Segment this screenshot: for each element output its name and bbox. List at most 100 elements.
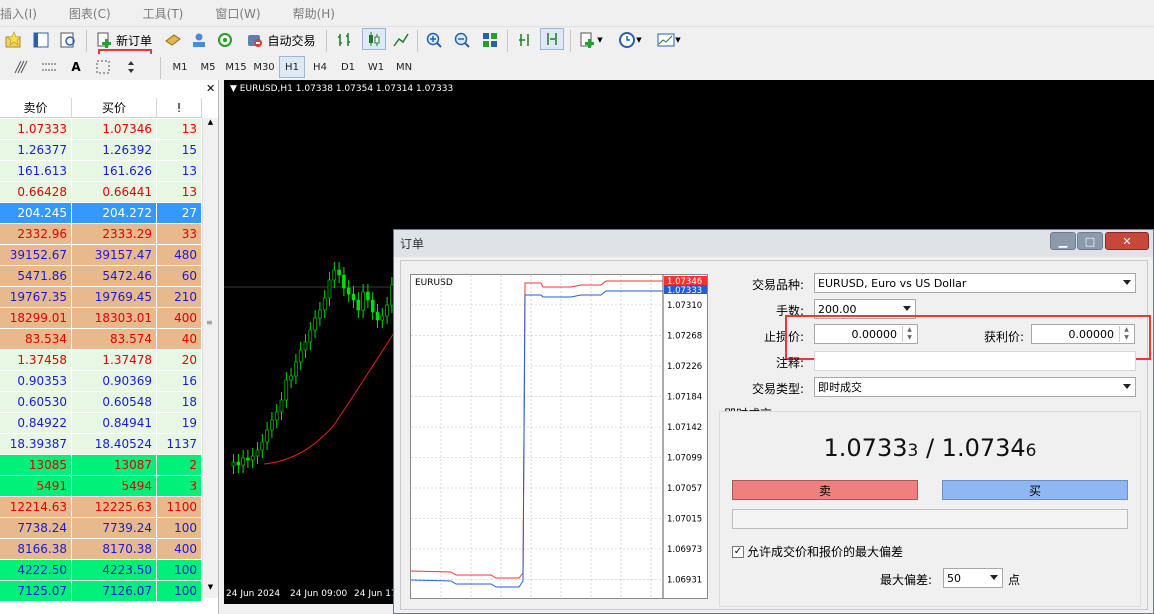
zoom-out-button[interactable] (451, 29, 473, 51)
column-header-bid[interactable]: 卖价 (0, 98, 72, 117)
table-row[interactable]: 39152.67 39157.47 480 (0, 245, 202, 266)
chart-time-axis: 24 Jun 2024 24 Jun 09:00 24 Jun 17 (224, 586, 399, 604)
table-row[interactable]: 7738.24 7739.24 100 (0, 518, 202, 539)
tile-windows-button[interactable] (479, 29, 501, 51)
ask-cell: 204.272 (72, 203, 157, 223)
column-header-ask[interactable]: 买价 (72, 98, 157, 117)
table-row[interactable]: 1.37458 1.37478 20 (0, 350, 202, 371)
channel-button[interactable] (38, 56, 60, 78)
new-order-button[interactable]: 新订单 (96, 29, 152, 51)
table-row[interactable]: 0.66428 0.66441 13 (0, 182, 202, 203)
menu-window[interactable]: 窗口(W) (215, 5, 260, 22)
table-row[interactable]: 161.613 161.626 13 (0, 161, 202, 182)
table-row[interactable]: 8166.38 8170.38 400 (0, 539, 202, 560)
timeframe-w1[interactable]: W1 (363, 56, 389, 78)
menu-help[interactable]: 帮助(H) (293, 5, 335, 22)
timeframe-d1[interactable]: D1 (335, 56, 361, 78)
candle (361, 291, 365, 311)
candle (318, 309, 322, 319)
deviation-checkbox[interactable]: ✓ (732, 545, 744, 558)
moving-average-line (263, 324, 399, 465)
timeframe-mn[interactable]: MN (391, 56, 417, 78)
candlestick-button[interactable] (362, 28, 386, 50)
menu-insert[interactable]: 插入(I) (0, 5, 37, 22)
column-header-spread[interactable]: ! (157, 98, 202, 117)
buy-button[interactable]: 买 (942, 480, 1128, 500)
table-row[interactable]: 5491 5494 3 (0, 476, 202, 497)
timeframe-m30[interactable]: M30 (251, 56, 277, 78)
profiles-button[interactable] (3, 29, 25, 51)
table-row[interactable]: 0.84922 0.84941 19 (0, 413, 202, 434)
close-icon[interactable]: ✕ (206, 82, 215, 95)
ask-cell: 83.574 (72, 329, 157, 349)
label-button[interactable] (92, 56, 114, 78)
bid-cell: 4222.50 (0, 560, 72, 580)
sell-button[interactable]: 卖 (732, 480, 918, 500)
ask-cell: 1.37478 (72, 350, 157, 370)
price-tick-label: 1.07142 (667, 423, 702, 433)
ask-cell: 1.07346 (72, 119, 157, 139)
timeframe-m15[interactable]: M15 (223, 56, 249, 78)
text-button[interactable]: A (65, 56, 87, 78)
table-row[interactable]: 12214.63 12225.63 1100 (0, 497, 202, 518)
status-bar (732, 509, 1128, 529)
timeframe-h1[interactable]: H1 (279, 56, 305, 78)
maximize-button[interactable]: □ (1077, 232, 1103, 250)
zoom-in-button[interactable] (423, 29, 445, 51)
ask-cell: 12225.63 (72, 497, 157, 517)
symbol-select[interactable]: EURUSD, Euro vs US Dollar (814, 273, 1136, 293)
indicators-button[interactable]: ▼ (576, 29, 606, 51)
scroll-up-icon[interactable]: ▲ (203, 118, 218, 132)
table-row[interactable]: 18299.01 18303.01 400 (0, 308, 202, 329)
menu-tools[interactable]: 工具(T) (143, 5, 184, 22)
navigator-button[interactable] (30, 29, 52, 51)
table-row[interactable]: 18.39387 18.40524 1137 (0, 434, 202, 455)
table-row[interactable]: 0.60530 0.60548 18 (0, 392, 202, 413)
order-type-select[interactable]: 即时成交 (814, 377, 1136, 397)
bar-chart-button[interactable] (334, 29, 356, 51)
table-row[interactable]: 5471.86 5472.46 60 (0, 266, 202, 287)
autoscroll-icon (519, 34, 529, 46)
community-button[interactable] (214, 29, 236, 51)
ask-price: 1.0734 (941, 434, 1026, 462)
table-row[interactable]: 1.07333 1.07346 13 (0, 119, 202, 140)
periods-button[interactable]: ▼ (614, 29, 646, 51)
deviation-select[interactable]: 50 (943, 568, 1003, 588)
line-chart-button[interactable] (390, 29, 412, 51)
close-button[interactable]: ✕ (1105, 232, 1149, 250)
tester-button[interactable] (57, 29, 79, 51)
market-button[interactable] (162, 29, 184, 51)
spread-cell: 19 (157, 413, 202, 433)
table-row[interactable]: 4222.50 4223.50 100 (0, 560, 202, 581)
bid-cell: 5491 (0, 476, 72, 496)
ask-cell: 0.90369 (72, 371, 157, 391)
spread-cell: 100 (157, 560, 202, 580)
timeframe-m5[interactable]: M5 (195, 56, 221, 78)
table-row[interactable]: 204.245 204.272 27 (0, 203, 202, 224)
signals-button[interactable] (188, 29, 210, 51)
volume-value: 200.00 (818, 302, 857, 316)
menu-charts[interactable]: 图表(C) (69, 5, 111, 22)
fibonacci-button[interactable] (10, 56, 32, 78)
timeframe-m1[interactable]: M1 (167, 56, 193, 78)
spread-cell: 18 (157, 392, 202, 412)
table-row[interactable]: 1.26377 1.26392 15 (0, 140, 202, 161)
chart-shift-button[interactable] (540, 28, 564, 50)
timeframe-h4[interactable]: H4 (307, 56, 333, 78)
table-row[interactable]: 83.534 83.574 40 (0, 329, 202, 350)
arrows-button[interactable] (120, 56, 142, 78)
table-row[interactable]: 19767.35 19769.45 210 (0, 287, 202, 308)
table-row[interactable]: 2332.96 2333.29 33 (0, 224, 202, 245)
templates-button[interactable]: ▼ (652, 29, 686, 51)
auto-trading-button[interactable]: 自动交易 (244, 29, 318, 51)
bid-cell: 0.84922 (0, 413, 72, 433)
table-row[interactable]: 7125.07 7126.07 100 (0, 581, 202, 602)
table-row[interactable]: 13085 13087 2 (0, 455, 202, 476)
market-watch-scrollbar[interactable]: ▲ ≡ ▼ (202, 118, 218, 598)
scroll-down-icon[interactable]: ▼ (203, 583, 218, 597)
candle (342, 274, 346, 289)
minimize-button[interactable]: ▁ (1050, 232, 1076, 250)
comment-input[interactable] (814, 351, 1136, 371)
autoscroll-button[interactable] (514, 29, 536, 51)
table-row[interactable]: 0.90353 0.90369 16 (0, 371, 202, 392)
